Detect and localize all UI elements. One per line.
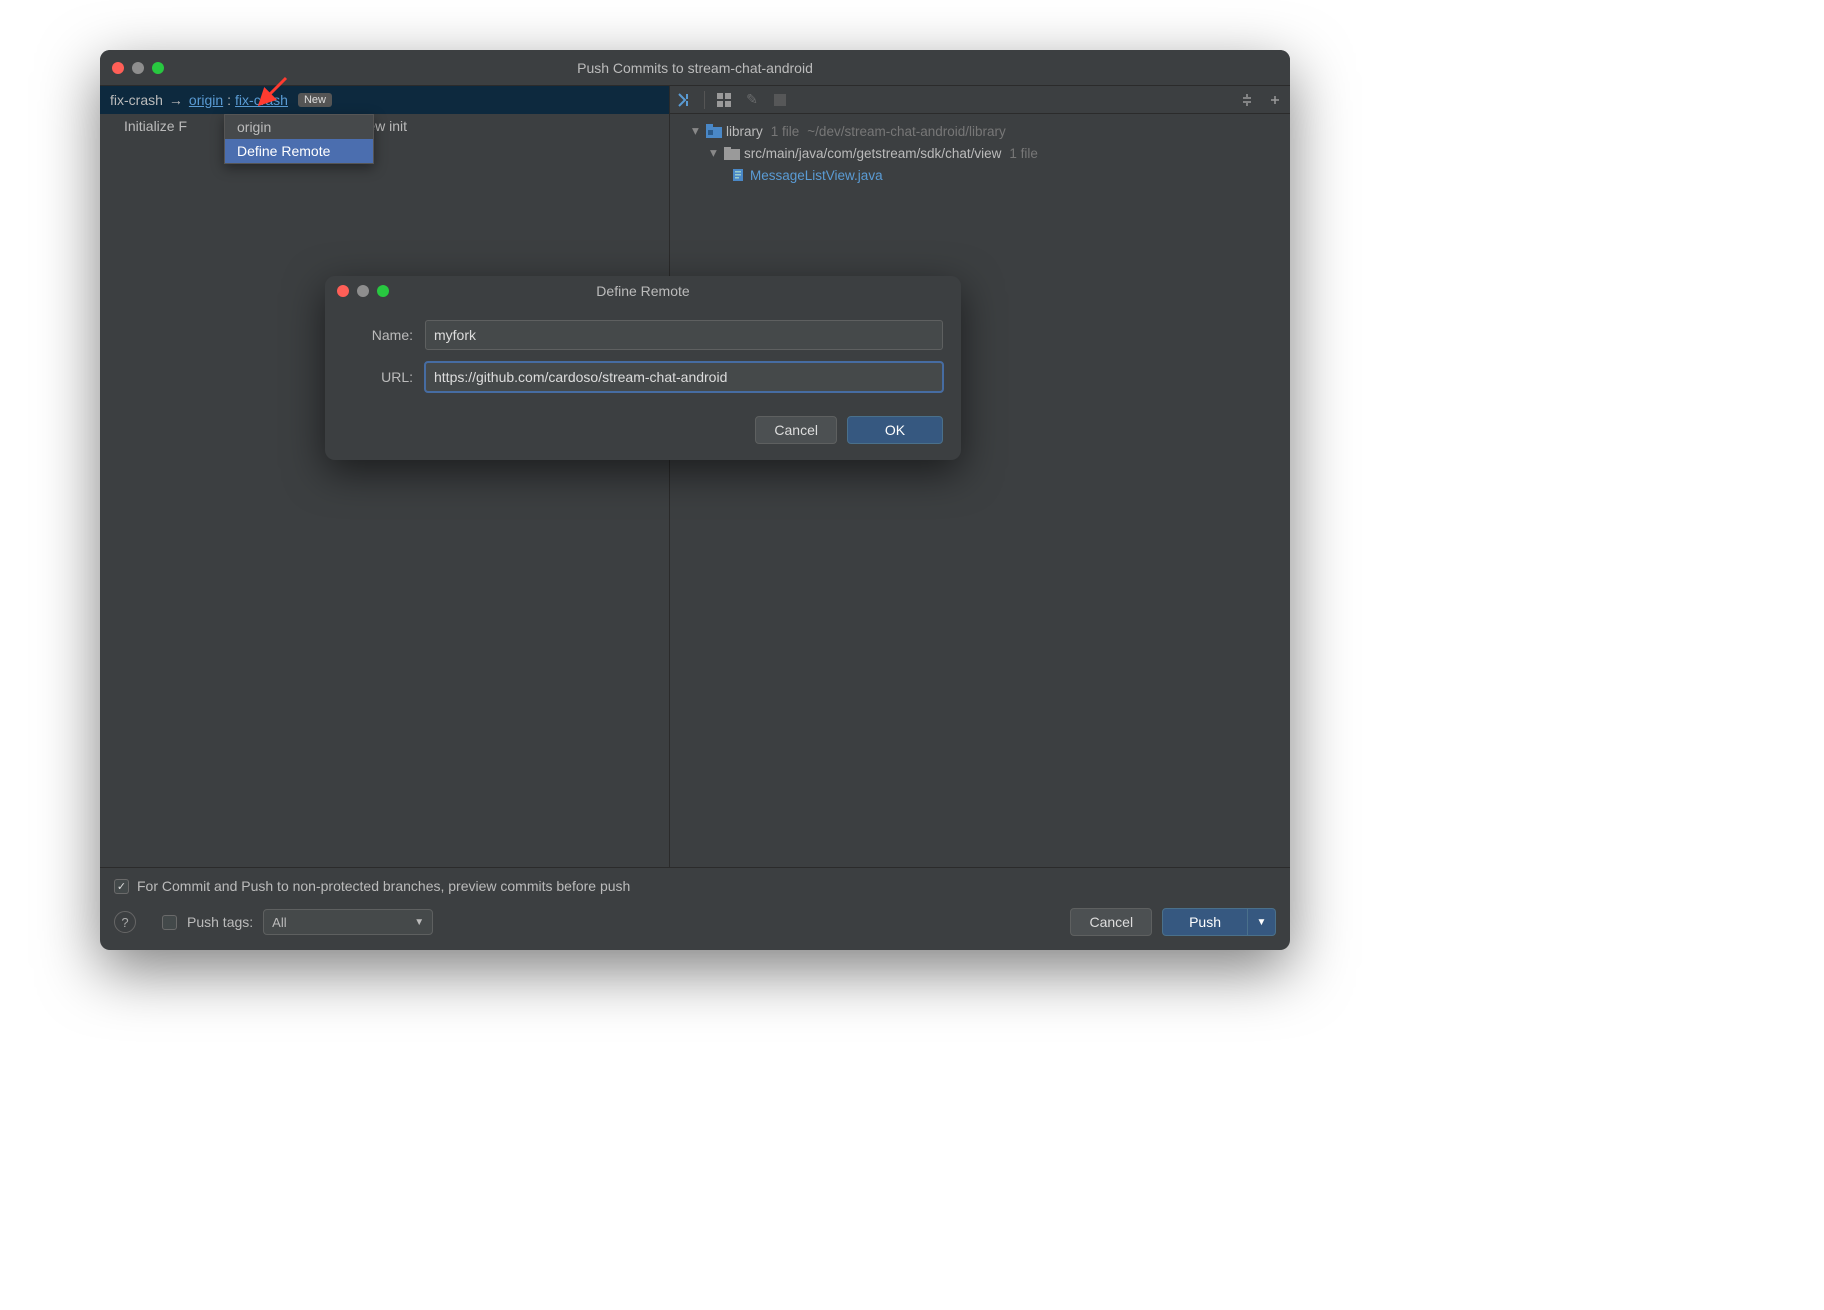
module-label: library: [726, 124, 763, 139]
remote-link[interactable]: origin: [189, 92, 223, 108]
window-controls: [112, 62, 164, 74]
toolbar-separator: [704, 91, 705, 109]
chevron-down-icon: ▼: [414, 917, 424, 928]
edit-icon[interactable]: ✎: [743, 91, 761, 109]
url-row: URL:: [343, 362, 943, 392]
modal-window-controls: [337, 285, 389, 297]
preview-checkbox[interactable]: [114, 879, 129, 894]
commits-pane: fix-crash → origin : fix-crash New Initi…: [100, 86, 670, 867]
java-file-icon: [730, 167, 746, 183]
url-label: URL:: [343, 369, 413, 385]
package-file-count: 1 file: [1009, 146, 1038, 161]
tree-file-row[interactable]: MessageListView.java: [674, 164, 1286, 186]
remote-branch-link[interactable]: fix-crash: [235, 92, 288, 108]
files-pane: ✎ ▾: [670, 86, 1290, 867]
preview-checkbox-row[interactable]: For Commit and Push to non-protected bra…: [114, 878, 1276, 894]
preview-label: For Commit and Push to non-protected bra…: [137, 878, 630, 894]
modal-title: Define Remote: [325, 283, 961, 299]
file-name[interactable]: MessageListView.java: [750, 168, 883, 183]
chevron-down-icon: ▼: [1257, 917, 1267, 928]
modal-ok-button[interactable]: OK: [847, 416, 943, 444]
collapse-all-icon[interactable]: [1266, 91, 1284, 109]
chevron-down-icon[interactable]: ▾: [692, 123, 704, 139]
dropdown-item-define-remote[interactable]: Define Remote: [225, 139, 373, 163]
remote-url-input[interactable]: [425, 362, 943, 392]
main-titlebar[interactable]: Push Commits to stream-chat-android: [100, 50, 1290, 86]
modal-titlebar[interactable]: Define Remote: [325, 276, 961, 306]
colon: :: [227, 92, 231, 108]
remote-name-input[interactable]: [425, 320, 943, 350]
dropdown-item-origin[interactable]: origin: [225, 115, 373, 139]
push-button[interactable]: Push: [1162, 908, 1248, 936]
module-path: ~/dev/stream-chat-android/library: [807, 124, 1005, 139]
define-remote-dialog: Define Remote Name: URL: Cancel OK: [325, 276, 961, 460]
maximize-icon[interactable]: [377, 285, 389, 297]
local-branch-label: fix-crash: [110, 92, 163, 108]
split-pane: fix-crash → origin : fix-crash New Initi…: [100, 86, 1290, 867]
content: fix-crash → origin : fix-crash New Initi…: [100, 86, 1290, 950]
file-tree[interactable]: ▾ library 1 file ~/dev/stream-chat-andro…: [670, 114, 1290, 192]
name-label: Name:: [343, 327, 413, 343]
cancel-button[interactable]: Cancel: [1070, 908, 1152, 936]
group-icon[interactable]: [715, 91, 733, 109]
modal-body: Name: URL:: [325, 306, 961, 412]
modal-footer: Cancel OK: [325, 412, 961, 460]
close-icon[interactable]: [112, 62, 124, 74]
push-tags-checkbox[interactable]: [162, 915, 177, 930]
remote-dropdown[interactable]: origin Define Remote: [224, 114, 374, 164]
branch-row[interactable]: fix-crash → origin : fix-crash New: [100, 86, 669, 114]
modal-cancel-button[interactable]: Cancel: [755, 416, 837, 444]
tree-package-row[interactable]: ▾ src/main/java/com/getstream/sdk/chat/v…: [674, 142, 1286, 164]
chevron-down-icon[interactable]: ▾: [710, 145, 722, 161]
footer-buttons: ? Push tags: All ▼ Cancel Push ▼: [114, 908, 1276, 936]
tree-module-row[interactable]: ▾ library 1 file ~/dev/stream-chat-andro…: [674, 120, 1286, 142]
footer: For Commit and Push to non-protected bra…: [100, 867, 1290, 950]
files-toolbar: ✎: [670, 86, 1290, 114]
diff-icon[interactable]: [676, 91, 694, 109]
commit-msg-left: Initialize F: [124, 118, 187, 134]
push-tags-label: Push tags:: [187, 914, 253, 930]
close-icon[interactable]: [337, 285, 349, 297]
folder-icon: [724, 145, 740, 161]
save-icon[interactable]: [771, 91, 789, 109]
push-dropdown-button[interactable]: ▼: [1248, 908, 1276, 936]
minimize-icon[interactable]: [357, 285, 369, 297]
help-button[interactable]: ?: [114, 911, 136, 933]
name-row: Name:: [343, 320, 943, 350]
arrow-icon: →: [169, 92, 183, 108]
new-badge: New: [298, 93, 332, 107]
package-label: src/main/java/com/getstream/sdk/chat/vie…: [744, 146, 1001, 161]
module-icon: [706, 123, 722, 139]
expand-all-icon[interactable]: [1238, 91, 1256, 109]
window-title: Push Commits to stream-chat-android: [100, 60, 1290, 76]
minimize-icon[interactable]: [132, 62, 144, 74]
push-tags-value: All: [272, 915, 286, 930]
push-commits-window: Push Commits to stream-chat-android fix-…: [100, 50, 1290, 950]
push-tags-select[interactable]: All ▼: [263, 909, 433, 935]
module-file-count: 1 file: [771, 124, 800, 139]
commit-message: Initialize F XXXXXXXXXXXXXX eListView in…: [100, 114, 669, 134]
maximize-icon[interactable]: [152, 62, 164, 74]
